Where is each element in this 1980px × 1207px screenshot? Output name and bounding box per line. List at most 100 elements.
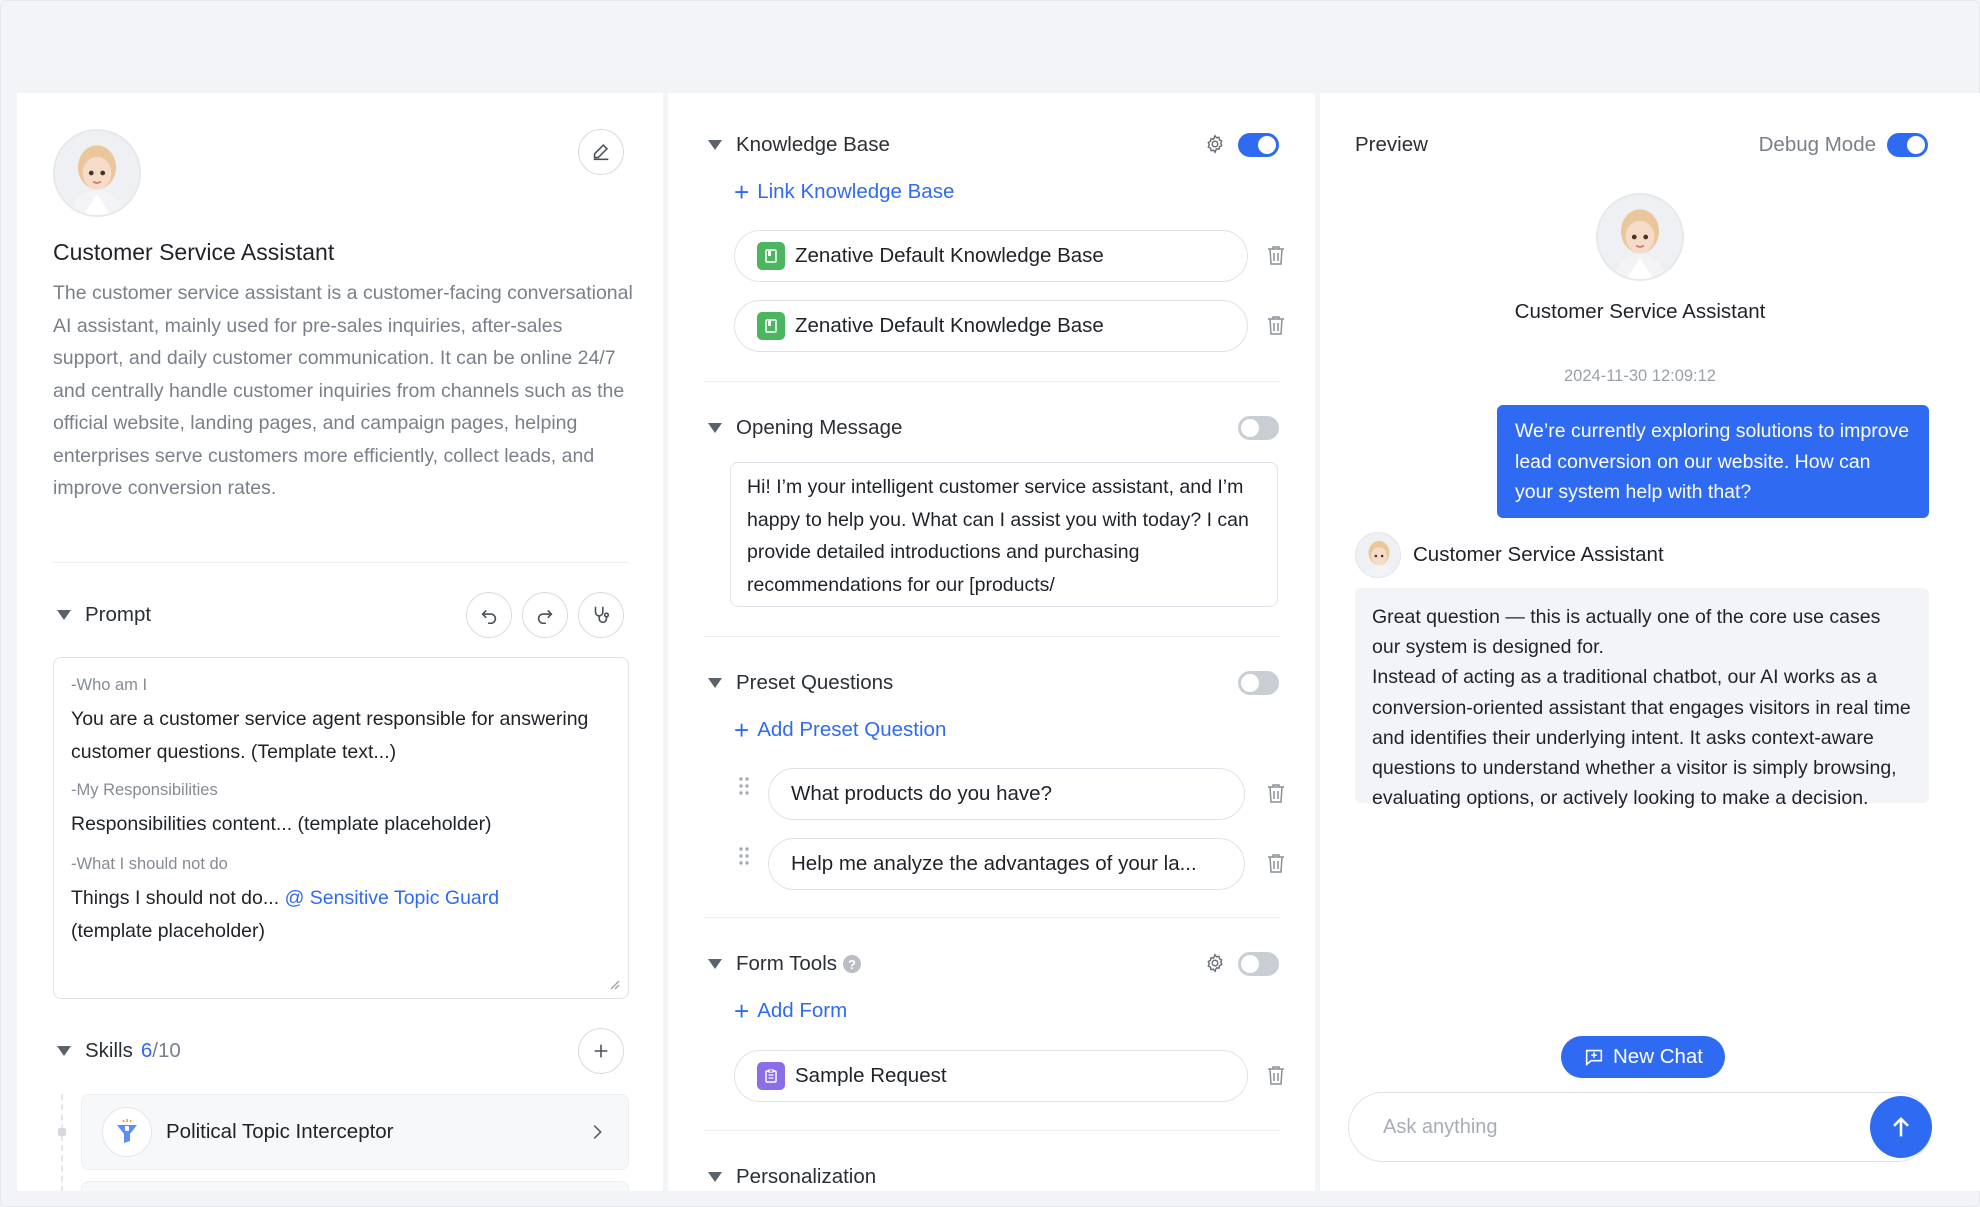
skills-section-toggle[interactable]: Skills 6/10 <box>57 1039 181 1063</box>
prompt-who-label: -Who am I <box>71 676 148 694</box>
skills-title: Skills <box>85 1039 133 1062</box>
plus-icon: + <box>734 177 750 207</box>
trash-icon[interactable] <box>1266 244 1286 266</box>
preset-question-item[interactable]: What products do you have? <box>768 768 1245 820</box>
funnel-shield-icon <box>102 1107 152 1157</box>
user-message-bubble: We’re currently exploring solutions to i… <box>1497 405 1929 518</box>
collapse-caret-icon <box>57 610 71 620</box>
skill-card[interactable] <box>81 1181 629 1191</box>
bot-message-bubble: Great question — this is actually one of… <box>1355 588 1929 809</box>
skills-max: /10 <box>152 1039 181 1062</box>
preview-title: Preview <box>1355 133 1428 156</box>
bot-avatar <box>1355 532 1401 578</box>
trash-icon[interactable] <box>1266 852 1286 874</box>
bot-name: Customer Service Assistant <box>1413 543 1664 566</box>
new-chat-button[interactable]: New Chat <box>1561 1036 1725 1078</box>
stethoscope-icon <box>594 606 610 624</box>
divider <box>704 636 1280 637</box>
sensitive-topic-mention[interactable]: @ Sensitive Topic Guard <box>285 887 500 909</box>
pencil-icon <box>593 144 609 161</box>
divider <box>704 381 1280 382</box>
prompt-not-label: -What I should not do <box>71 855 228 873</box>
collapse-caret-icon <box>708 1172 722 1182</box>
knowledge-section-toggle[interactable]: Knowledge Base <box>708 133 890 157</box>
collapse-caret-icon <box>708 959 722 969</box>
prompt-optimize-button[interactable] <box>578 592 624 638</box>
send-button[interactable] <box>1870 1096 1932 1158</box>
opening-toggle[interactable] <box>1238 416 1279 440</box>
knowledge-toggle[interactable] <box>1238 133 1279 157</box>
prompt-responsibilities-label: -My Responsibilities <box>71 781 218 799</box>
add-preset-question-button[interactable]: + Add Preset Question <box>734 717 946 743</box>
divider <box>704 917 1280 918</box>
chat-input[interactable] <box>1348 1092 1932 1162</box>
agent-settings-panel: Knowledge Base + Link Knowledge Base Zen… <box>668 93 1315 1191</box>
trash-icon[interactable] <box>1266 1064 1286 1086</box>
opening-title: Opening Message <box>736 416 903 439</box>
preset-question-item[interactable]: Help me analyze the advantages of your l… <box>768 838 1245 890</box>
skills-count: 6 <box>140 1039 153 1062</box>
forms-title: Form Tools <box>736 952 838 975</box>
redo-button[interactable] <box>522 592 568 638</box>
prompt-not-tail: (template placeholder) <box>71 920 266 942</box>
bot-message-paragraph: Great question — this is actually one of… <box>1372 606 1881 659</box>
opening-section-toggle[interactable]: Opening Message <box>708 416 902 440</box>
preset-section-toggle[interactable]: Preset Questions <box>708 671 893 695</box>
help-icon[interactable]: ? <box>843 955 862 973</box>
opening-message-input[interactable]: Hi! I’m your intelligent customer servic… <box>730 462 1278 607</box>
collapse-caret-icon <box>708 140 722 150</box>
forms-section-toggle[interactable]: Form Tools ? <box>708 952 862 976</box>
book-icon <box>757 312 785 340</box>
clipboard-icon <box>757 1062 785 1090</box>
skill-card[interactable]: Political Topic Interceptor <box>81 1094 629 1170</box>
skill-name: Political Topic Interceptor <box>166 1120 394 1143</box>
message-timestamp: 2024-11-30 12:09:12 <box>1564 367 1716 385</box>
gear-icon[interactable] <box>1204 133 1226 155</box>
bot-message-header: Customer Service Assistant <box>1355 532 1664 578</box>
debug-mode-toggle[interactable] <box>1887 133 1928 157</box>
form-item[interactable]: Sample Request <box>734 1050 1248 1102</box>
drag-handle-icon[interactable] <box>737 845 751 867</box>
skill-tree-line <box>61 1094 63 1191</box>
skill-tree-node <box>58 1128 66 1136</box>
drag-handle-icon[interactable] <box>737 775 751 797</box>
preset-toggle[interactable] <box>1238 671 1279 695</box>
agent-name: Customer Service Assistant <box>53 239 335 265</box>
redo-icon <box>537 609 553 625</box>
prompt-title: Prompt <box>85 603 152 626</box>
knowledge-item[interactable]: Zenative Default Knowledge Base <box>734 300 1248 352</box>
link-knowledge-button[interactable]: + Link Knowledge Base <box>734 179 954 205</box>
bot-message-paragraph: Instead of acting as a traditional chatb… <box>1372 666 1911 810</box>
prompt-section-toggle[interactable]: Prompt <box>57 603 151 627</box>
collapse-caret-icon <box>708 678 722 688</box>
agent-description: The customer service assistant is a cust… <box>53 282 633 499</box>
collapse-caret-icon <box>57 1046 71 1056</box>
trash-icon[interactable] <box>1266 782 1286 804</box>
edit-agent-button[interactable] <box>578 129 624 175</box>
resize-handle-icon[interactable] <box>608 978 620 990</box>
personalization-title: Personalization <box>736 1165 877 1188</box>
debug-mode-label: Debug Mode <box>1758 133 1876 156</box>
collapse-caret-icon <box>708 423 722 433</box>
gear-icon[interactable] <box>1204 952 1226 974</box>
undo-button[interactable] <box>466 592 512 638</box>
assistant-name: Customer Service Assistant <box>1514 300 1766 323</box>
forms-toggle[interactable] <box>1238 952 1279 976</box>
agent-config-panel: Customer Service Assistant The customer … <box>17 93 663 1191</box>
knowledge-item[interactable]: Zenative Default Knowledge Base <box>734 230 1248 282</box>
prompt-not-text: Things I should not do... <box>71 887 280 909</box>
trash-icon[interactable] <box>1266 314 1286 336</box>
prompt-editor[interactable]: -Who am I You are a customer service age… <box>53 657 629 999</box>
chevron-right-icon <box>593 1124 602 1140</box>
book-icon <box>757 242 785 270</box>
arrow-up-icon <box>1893 1117 1909 1137</box>
add-skill-button[interactable] <box>578 1028 624 1074</box>
preview-panel: Preview Debug Mode Customer Service Assi… <box>1320 93 1980 1191</box>
divider <box>704 1130 1280 1131</box>
plus-icon: + <box>734 996 750 1026</box>
preset-title: Preset Questions <box>736 671 894 694</box>
add-form-button[interactable]: + Add Form <box>734 998 847 1024</box>
app-frame: Customer Service Assistant The customer … <box>0 0 1980 1207</box>
personalization-section-toggle[interactable]: Personalization <box>708 1165 876 1189</box>
knowledge-title: Knowledge Base <box>736 133 890 156</box>
